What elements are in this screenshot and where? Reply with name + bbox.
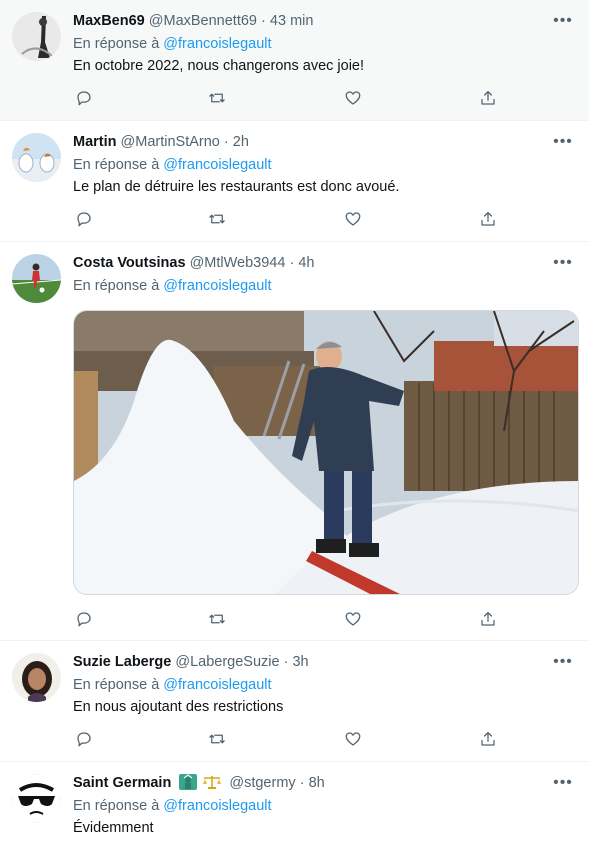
avatar-image (12, 133, 61, 182)
reply-prefix: En réponse à (73, 36, 160, 52)
user-handle[interactable]: @MaxBennett69 (149, 13, 257, 29)
avatar[interactable] (12, 653, 61, 702)
user-handle[interactable]: @MtlWeb3944 (190, 255, 286, 271)
more-options-icon[interactable]: ••• (551, 11, 575, 31)
like-icon[interactable] (342, 608, 364, 630)
share-icon[interactable] (477, 608, 499, 630)
tweet-header: Costa Voutsinas @MtlWeb3944 · 4h (73, 253, 539, 273)
separator-dot: · (299, 775, 305, 791)
tweet-text: En octobre 2022, nous changerons avec jo… (73, 58, 365, 74)
reply-context: En réponse à @francoislegault (73, 276, 272, 296)
tweet-text: Le plan de détruire les restaurants est … (73, 179, 400, 195)
reply-prefix: En réponse à (73, 157, 160, 173)
reply-context: En réponse à @francoislegault (73, 675, 272, 695)
like-icon[interactable] (342, 87, 364, 109)
reply-prefix: En réponse à (73, 677, 160, 693)
mention-link[interactable]: @francoislegault (163, 677, 271, 693)
tweet-text: Évidemment (73, 820, 154, 836)
more-options-icon[interactable]: ••• (551, 253, 575, 273)
tweet-text: En nous ajoutant des restrictions (73, 699, 284, 715)
tweet-time[interactable]: 3h (292, 654, 308, 670)
mention-link[interactable]: @francoislegault (163, 798, 271, 814)
display-name[interactable]: MaxBen69 (73, 13, 145, 29)
separator-dot: · (289, 255, 295, 271)
avatar-image (12, 254, 61, 303)
avatar[interactable] (12, 774, 61, 823)
retweet-icon[interactable] (206, 728, 228, 750)
tweet-actions (73, 208, 503, 230)
avatar-image (12, 653, 61, 702)
tweet-actions (73, 87, 503, 109)
separator-dot: · (261, 13, 266, 29)
more-options-icon[interactable]: ••• (551, 773, 575, 793)
balance-scale-emoji (203, 776, 222, 789)
avatar-image (12, 12, 61, 61)
tweet-header: Martin @MartinStArno · 2h (73, 132, 539, 152)
tweet-time[interactable]: 8h (309, 775, 325, 791)
tweet-header: Saint Germain @stgermy · 8h (73, 773, 539, 793)
avatar[interactable] (12, 133, 61, 182)
tweet[interactable]: Martin @MartinStArno · 2h ••• En réponse… (0, 121, 589, 242)
tweet[interactable]: MaxBen69 @MaxBennett69 · 43 min ••• En r… (0, 0, 589, 121)
user-handle[interactable]: @LabergeSuzie (175, 654, 279, 670)
like-icon[interactable] (342, 728, 364, 750)
more-options-icon[interactable]: ••• (551, 652, 575, 672)
statue-of-liberty-emoji (179, 774, 222, 790)
display-name[interactable]: Martin (73, 134, 117, 150)
retweet-icon[interactable] (206, 87, 228, 109)
share-icon[interactable] (477, 208, 499, 230)
reply-prefix: En réponse à (73, 798, 160, 814)
tweet[interactable]: Saint Germain @stgermy · 8h ••• En répon… (0, 762, 589, 844)
retweet-icon[interactable] (206, 208, 228, 230)
tweet[interactable]: Suzie Laberge @LabergeSuzie · 3h ••• En … (0, 641, 589, 762)
tweet[interactable]: Costa Voutsinas @MtlWeb3944 · 4h ••• En … (0, 242, 589, 641)
profile-badges (179, 774, 223, 796)
reply-context: En réponse à @francoislegault (73, 34, 272, 54)
tweet-photo[interactable] (73, 310, 579, 595)
tweet-time[interactable]: 4h (298, 255, 314, 271)
tweet-actions (73, 608, 503, 630)
tweet-actions (73, 728, 503, 750)
reply-icon[interactable] (73, 728, 95, 750)
avatar-image (12, 774, 61, 823)
tweet-header: Suzie Laberge @LabergeSuzie · 3h (73, 652, 539, 672)
user-handle[interactable]: @MartinStArno (121, 134, 220, 150)
reply-icon[interactable] (73, 208, 95, 230)
separator-dot: · (283, 654, 289, 670)
more-options-icon[interactable]: ••• (551, 132, 575, 152)
user-handle[interactable]: @stgermy (229, 775, 295, 791)
tweet-time[interactable]: 43 min (270, 13, 314, 29)
tweet-header: MaxBen69 @MaxBennett69 · 43 min (73, 11, 539, 31)
snowboard-snow-photo (74, 311, 578, 594)
reply-icon[interactable] (73, 87, 95, 109)
mention-link[interactable]: @francoislegault (163, 36, 271, 52)
tweet-time[interactable]: 2h (233, 134, 249, 150)
avatar[interactable] (12, 254, 61, 303)
reply-icon[interactable] (73, 608, 95, 630)
reply-context: En réponse à @francoislegault (73, 155, 272, 175)
share-icon[interactable] (477, 728, 499, 750)
separator-dot: · (223, 134, 229, 150)
display-name[interactable]: Suzie Laberge (73, 654, 171, 670)
like-icon[interactable] (342, 208, 364, 230)
avatar[interactable] (12, 12, 61, 61)
display-name[interactable]: Costa Voutsinas (73, 255, 186, 271)
display-name[interactable]: Saint Germain (73, 775, 171, 791)
share-icon[interactable] (477, 87, 499, 109)
reply-context: En réponse à @francoislegault (73, 796, 272, 816)
retweet-icon[interactable] (206, 608, 228, 630)
mention-link[interactable]: @francoislegault (163, 157, 271, 173)
mention-link[interactable]: @francoislegault (163, 278, 271, 294)
reply-prefix: En réponse à (73, 278, 160, 294)
